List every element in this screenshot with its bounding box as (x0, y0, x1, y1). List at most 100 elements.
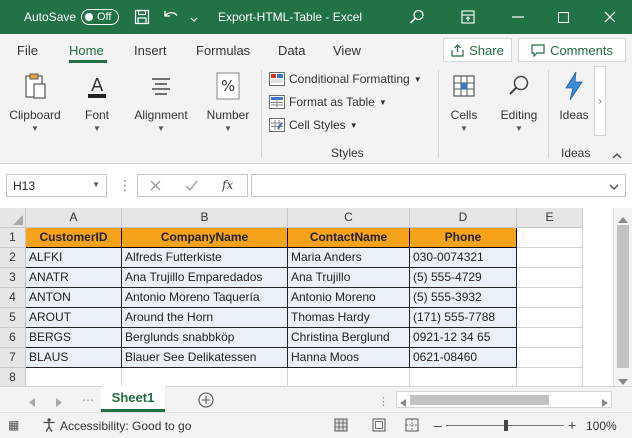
cell-styles-button[interactable]: Cell Styles ▼ (269, 118, 358, 132)
alignment-group[interactable]: Alignment ▼ (128, 66, 194, 162)
cell-c5[interactable]: Thomas Hardy (288, 308, 410, 328)
h-scroll-thumb[interactable] (410, 395, 549, 405)
cell-c1[interactable]: ContactName (288, 228, 410, 248)
cell-e7[interactable] (517, 348, 583, 368)
cell-b3[interactable]: Ana Trujillo Emparedados (122, 268, 288, 288)
cell-b6[interactable]: Berglunds snabbköp (122, 328, 288, 348)
next-sheet-icon[interactable] (56, 396, 62, 410)
font-group[interactable]: A Font ▼ (72, 66, 122, 162)
cell-d4[interactable]: (5) 555-3932 (410, 288, 517, 308)
enter-check-icon[interactable] (185, 180, 198, 194)
cell-d1[interactable]: Phone (410, 228, 517, 248)
save-icon[interactable] (134, 9, 150, 25)
cell-b2[interactable]: Alfreds Futterkiste (122, 248, 288, 268)
zoom-slider-thumb[interactable] (504, 420, 508, 431)
add-sheet-icon[interactable] (198, 392, 214, 411)
cell-a5[interactable]: AROUT (26, 308, 122, 328)
cell-a3[interactable]: ANATR (26, 268, 122, 288)
column-header-e[interactable]: E (517, 208, 583, 228)
column-header-c[interactable]: C (288, 208, 410, 228)
page-layout-icon[interactable] (372, 418, 386, 435)
row-header-8[interactable]: 8 (0, 368, 26, 388)
normal-view-icon[interactable] (334, 418, 348, 435)
cell-c2[interactable]: Maria Anders (288, 248, 410, 268)
cell-c4[interactable]: Antonio Moreno (288, 288, 410, 308)
ribbon-display-icon[interactable] (446, 0, 490, 34)
cells-group[interactable]: Cells ▼ (442, 66, 486, 162)
conditional-formatting-button[interactable]: Conditional Formatting ▼ (269, 72, 422, 86)
cancel-icon[interactable] (150, 180, 161, 194)
cell-b5[interactable]: Around the Horn (122, 308, 288, 328)
tab-file[interactable]: File (17, 43, 38, 58)
cell-e2[interactable] (517, 248, 583, 268)
scroll-up-icon[interactable] (618, 212, 628, 226)
cell-c8[interactable] (288, 368, 410, 388)
select-all-button[interactable] (0, 208, 26, 228)
more-sheets-icon[interactable]: ⋯ (82, 393, 94, 407)
share-button[interactable]: Share (443, 38, 512, 62)
scroll-right-icon[interactable] (602, 396, 608, 410)
cell-b1[interactable]: CompanyName (122, 228, 288, 248)
tab-insert[interactable]: Insert (134, 43, 167, 58)
clipboard-group[interactable]: Clipboard ▼ (4, 66, 66, 162)
cell-b7[interactable]: Blauer See Delikatessen (122, 348, 288, 368)
cell-e5[interactable] (517, 308, 583, 328)
cell-a4[interactable]: ANTON (26, 288, 122, 308)
cell-c7[interactable]: Hanna Moos (288, 348, 410, 368)
sheet-tab-sheet1[interactable]: Sheet1 (101, 386, 165, 412)
tab-view[interactable]: View (333, 43, 361, 58)
cell-e3[interactable] (517, 268, 583, 288)
cell-a2[interactable]: ALFKI (26, 248, 122, 268)
cell-c3[interactable]: Ana Trujillo (288, 268, 410, 288)
collapse-ribbon-icon[interactable] (612, 148, 622, 162)
cell-e4[interactable] (517, 288, 583, 308)
maximize-icon[interactable] (541, 0, 585, 34)
tab-split-handle-icon[interactable]: ⋮ (378, 395, 389, 408)
cell-e1[interactable] (517, 228, 583, 248)
cell-e6[interactable] (517, 328, 583, 348)
row-header-7[interactable]: 7 (0, 348, 26, 368)
zoom-level[interactable]: 100% (586, 419, 617, 433)
tab-data[interactable]: Data (278, 43, 305, 58)
row-header-4[interactable]: 4 (0, 288, 26, 308)
cell-a6[interactable]: BERGS (26, 328, 122, 348)
editing-group[interactable]: Editing ▼ (494, 66, 544, 162)
number-group[interactable]: % Number ▼ (200, 66, 256, 162)
cell-d3[interactable]: (5) 555-4729 (410, 268, 517, 288)
row-header-2[interactable]: 2 (0, 248, 26, 268)
cell-a1[interactable]: CustomerID (26, 228, 122, 248)
ribbon-scroll-right[interactable]: › (594, 66, 606, 136)
undo-icon[interactable] (164, 10, 180, 26)
expand-formula-icon[interactable] (609, 180, 619, 194)
row-header-6[interactable]: 6 (0, 328, 26, 348)
accessibility-icon[interactable] (42, 418, 56, 435)
cell-e8[interactable] (517, 368, 583, 388)
format-as-table-button[interactable]: Format as Table ▼ (269, 95, 387, 109)
cell-b4[interactable]: Antonio Moreno Taquería (122, 288, 288, 308)
cell-a7[interactable]: BLAUS (26, 348, 122, 368)
search-icon[interactable] (409, 9, 425, 28)
name-box[interactable]: H13 ▼ (6, 174, 107, 197)
cell-d7[interactable]: 0621-08460 (410, 348, 517, 368)
minimize-icon[interactable] (496, 0, 540, 34)
accessibility-status[interactable]: Accessibility: Good to go (60, 419, 191, 433)
page-break-preview-icon[interactable] (405, 418, 419, 435)
row-header-3[interactable]: 3 (0, 268, 26, 288)
comments-button[interactable]: Comments (518, 38, 626, 62)
vertical-scrollbar[interactable] (613, 208, 632, 386)
row-header-5[interactable]: 5 (0, 308, 26, 328)
row-header-1[interactable]: 1 (0, 228, 26, 248)
column-header-b[interactable]: B (122, 208, 288, 228)
cell-d2[interactable]: 030-0074321 (410, 248, 517, 268)
column-header-d[interactable]: D (410, 208, 517, 228)
zoom-out-icon[interactable]: – (434, 417, 442, 433)
prev-sheet-icon[interactable] (29, 396, 35, 410)
cell-c6[interactable]: Christina Berglund (288, 328, 410, 348)
close-icon[interactable] (588, 0, 632, 34)
scroll-thumb[interactable] (617, 225, 629, 368)
tab-formulas[interactable]: Formulas (196, 43, 250, 58)
column-header-a[interactable]: A (26, 208, 122, 228)
insert-function-icon[interactable]: fx (222, 178, 233, 192)
cell-b8[interactable] (122, 368, 288, 388)
scroll-left-icon[interactable] (400, 396, 406, 410)
